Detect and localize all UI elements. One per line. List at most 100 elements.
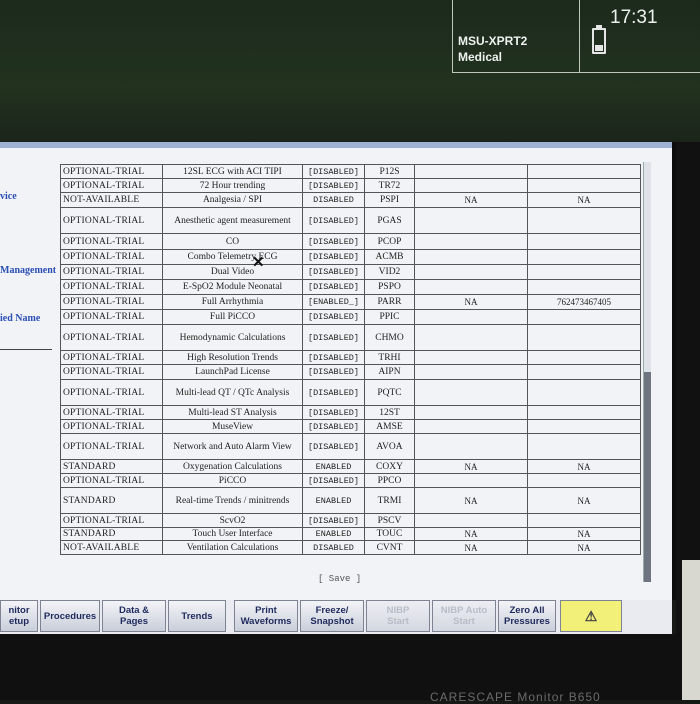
- option-value2-cell: [527, 473, 641, 488]
- option-value2-cell: NA: [527, 192, 641, 208]
- bezel-right-edge: [682, 560, 700, 700]
- table-row[interactable]: STANDARD Real-time Trends / minitrends ENA…: [60, 487, 641, 514]
- option-value1-cell: NA: [414, 192, 528, 208]
- sidebar-item-device[interactable]: vice: [0, 191, 17, 202]
- option-status-cell: [DISABLED]: [302, 433, 365, 460]
- option-name-cell: MuseView: [162, 419, 303, 434]
- option-status-cell: [DISABLED]: [302, 207, 365, 234]
- option-value1-cell: NA: [414, 540, 528, 555]
- option-name-cell: Dual Video: [162, 264, 303, 280]
- sidebar-item-name[interactable]: ied Name: [0, 313, 40, 324]
- option-status-cell: [DISABLED]: [302, 473, 365, 488]
- table-row[interactable]: OPTIONAL-TRIAL Network and Auto Alarm Vie…: [60, 433, 641, 460]
- option-code-cell: VID2: [364, 264, 415, 280]
- option-value1-cell: [414, 233, 528, 250]
- option-mode-cell: NOT-AVAILABLE: [60, 192, 163, 208]
- option-code-cell: TRHI: [364, 350, 415, 365]
- table-row[interactable]: OPTIONAL-TRIAL High Resolution Trends [DIS…: [60, 350, 641, 365]
- table-row[interactable]: OPTIONAL-TRIAL E-SpO2 Module Neonatal [DIS…: [60, 279, 641, 295]
- option-value2-cell: 762473467405: [527, 294, 641, 310]
- table-row[interactable]: OPTIONAL-TRIAL Dual Video [DISABLED] VID2: [60, 264, 641, 280]
- table-row[interactable]: OPTIONAL-TRIAL 12SL ECG with ACI TIPI [DIS…: [60, 164, 641, 179]
- freeze-snapshot-button[interactable]: Freeze/ Snapshot: [300, 600, 364, 632]
- option-status-cell: [DISABLED]: [302, 178, 365, 193]
- option-name-cell: LaunchPad License: [162, 364, 303, 380]
- table-row[interactable]: OPTIONAL-TRIAL 72 Hour trending [DISABLED]…: [60, 178, 641, 193]
- option-mode-cell: OPTIONAL-TRIAL: [60, 178, 163, 193]
- option-code-cell: PPIC: [364, 309, 415, 325]
- option-value1-cell: NA: [414, 487, 528, 514]
- option-name-cell: ScvO2: [162, 513, 303, 528]
- table-row[interactable]: OPTIONAL-TRIAL LaunchPad License [DISABLED…: [60, 364, 641, 380]
- option-mode-cell: STANDARD: [60, 527, 163, 541]
- option-value2-cell: NA: [527, 487, 641, 514]
- option-mode-cell: OPTIONAL-TRIAL: [60, 249, 163, 265]
- option-mode-cell: OPTIONAL-TRIAL: [60, 364, 163, 380]
- table-scrollbar[interactable]: [643, 162, 651, 582]
- data-pages-button[interactable]: Data & Pages: [102, 600, 166, 632]
- save-button[interactable]: [ Save ]: [318, 574, 361, 584]
- option-mode-cell: OPTIONAL-TRIAL: [60, 309, 163, 325]
- table-row[interactable]: OPTIONAL-TRIAL PiCCO [DISABLED] PPCO: [60, 473, 641, 488]
- table-row[interactable]: OPTIONAL-TRIAL Full Arrhythmia [ENABLED_] P…: [60, 294, 641, 310]
- option-mode-cell: OPTIONAL-TRIAL: [60, 294, 163, 310]
- option-status-cell: [DISABLED]: [302, 513, 365, 528]
- monitor-setup-button[interactable]: nitor etup: [0, 600, 38, 632]
- options-window: vice Management ied Name OPTIONAL-TRIAL 1…: [0, 142, 676, 600]
- table-row[interactable]: STANDARD Oxygenation Calculations ENABLED C…: [60, 459, 641, 474]
- option-value1-cell: [414, 433, 528, 460]
- trends-button[interactable]: Trends: [168, 600, 226, 632]
- table-row[interactable]: OPTIONAL-TRIAL ScvO2 [DISABLED] PSCV: [60, 513, 641, 528]
- device-info-panel: MSU-XPRT2 Medical: [452, 0, 580, 73]
- sidebar-item-management[interactable]: Management: [0, 265, 56, 276]
- option-mode-cell: OPTIONAL-TRIAL: [60, 264, 163, 280]
- option-value1-cell: NA: [414, 459, 528, 474]
- option-value1-cell: [414, 419, 528, 434]
- option-mode-cell: OPTIONAL-TRIAL: [60, 164, 163, 179]
- option-value2-cell: NA: [527, 540, 641, 555]
- print-waveforms-button[interactable]: Print Waveforms: [234, 600, 298, 632]
- table-row[interactable]: OPTIONAL-TRIAL Anesthetic agent measureme…: [60, 207, 641, 234]
- option-value1-cell: [414, 364, 528, 380]
- option-value1-cell: NA: [414, 527, 528, 541]
- option-value2-cell: [527, 364, 641, 380]
- alarm-silence-button[interactable]: ⚠: [560, 600, 622, 632]
- table-row[interactable]: NOT-AVAILABLE Ventilation Calculations DIS…: [60, 540, 641, 555]
- option-mode-cell: OPTIONAL-TRIAL: [60, 350, 163, 365]
- option-value2-cell: [527, 279, 641, 295]
- table-row[interactable]: OPTIONAL-TRIAL Hemodynamic Calculations [D…: [60, 324, 641, 351]
- option-value2-cell: [527, 350, 641, 365]
- option-name-cell: Full PiCCO: [162, 309, 303, 325]
- nibp-start-button: NIBP Start: [366, 600, 430, 632]
- option-code-cell: TOUC: [364, 527, 415, 541]
- window-title-bar: [0, 142, 672, 148]
- device-name: MSU-XPRT2: [458, 34, 528, 48]
- option-mode-cell: NOT-AVAILABLE: [60, 540, 163, 555]
- option-status-cell: [DISABLED]: [302, 279, 365, 295]
- option-name-cell: Anesthetic agent measurement: [162, 207, 303, 234]
- option-code-cell: TR72: [364, 178, 415, 193]
- softkey-bar: nitor etup Procedures Data & Pages Trends Pr…: [0, 600, 672, 634]
- option-value1-cell: [414, 207, 528, 234]
- option-mode-cell: OPTIONAL-TRIAL: [60, 513, 163, 528]
- scrollbar-thumb[interactable]: [644, 372, 651, 582]
- option-mode-cell: OPTIONAL-TRIAL: [60, 473, 163, 488]
- battery-icon: [592, 25, 606, 54]
- option-value2-cell: [527, 379, 641, 406]
- table-row[interactable]: OPTIONAL-TRIAL MuseView [DISABLED] AMSE: [60, 419, 641, 434]
- option-status-cell: [DISABLED]: [302, 324, 365, 351]
- table-row[interactable]: OPTIONAL-TRIAL Combo Telemetry ECG [DISABL…: [60, 249, 641, 265]
- table-row[interactable]: OPTIONAL-TRIAL Multi-lead ST Analysis [DIS…: [60, 405, 641, 420]
- table-row[interactable]: OPTIONAL-TRIAL CO [DISABLED] PCOP: [60, 233, 641, 250]
- procedures-button[interactable]: Procedures: [40, 600, 100, 632]
- table-row[interactable]: OPTIONAL-TRIAL Multi-lead QT / QTc Analys…: [60, 379, 641, 406]
- option-value2-cell: [527, 324, 641, 351]
- clock-panel: 17:31: [578, 0, 700, 73]
- table-row[interactable]: NOT-AVAILABLE Analgesia / SPI DISABLED PSPI…: [60, 192, 641, 208]
- software-options-table: OPTIONAL-TRIAL 12SL ECG with ACI TIPI [DIS…: [60, 164, 641, 555]
- option-status-cell: [DISABLED]: [302, 164, 365, 179]
- zero-all-pressures-button[interactable]: Zero All Pressures: [498, 600, 556, 632]
- table-row[interactable]: OPTIONAL-TRIAL Full PiCCO [DISABLED] PPIC: [60, 309, 641, 325]
- table-row[interactable]: STANDARD Touch User Interface ENABLED TOUC N…: [60, 527, 641, 541]
- option-mode-cell: STANDARD: [60, 487, 163, 514]
